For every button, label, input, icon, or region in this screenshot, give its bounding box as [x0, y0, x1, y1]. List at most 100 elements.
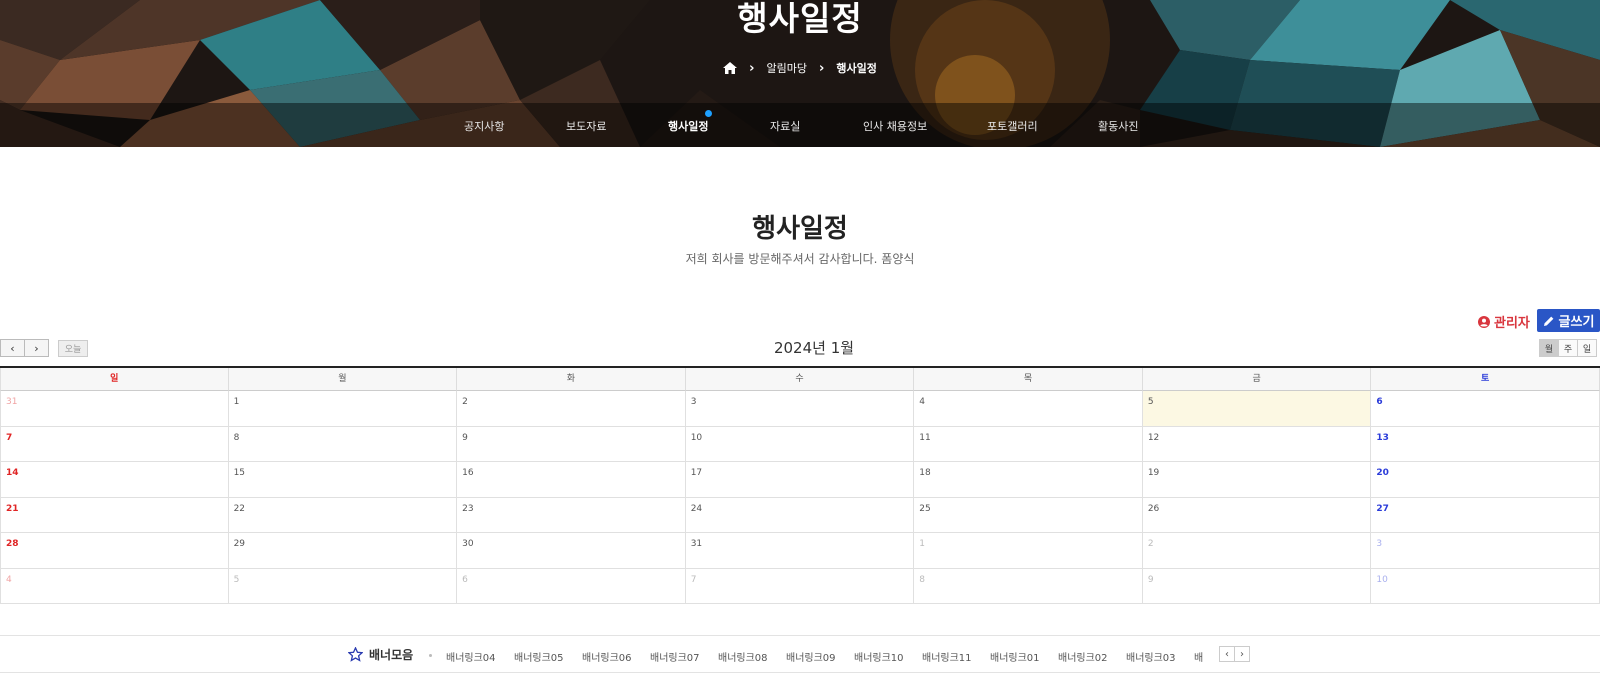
day-cell[interactable]: 6 — [1371, 391, 1600, 427]
weekday-sat: 토 — [1371, 368, 1600, 391]
day-cell[interactable]: 24 — [685, 497, 915, 533]
hero-title: 행사일정 — [737, 0, 863, 38]
day-cell[interactable]: 10 — [1371, 568, 1600, 604]
day-cell[interactable]: 11 — [914, 426, 1143, 462]
divider-dot — [429, 654, 432, 657]
breadcrumb: › 알림마당 › 행사일정 — [0, 60, 1600, 76]
day-cell[interactable]: 2 — [1142, 533, 1372, 569]
subnav-item-recruit[interactable]: 인사 채용정보 — [863, 118, 927, 134]
banner-link[interactable]: 배너링크06 — [582, 649, 632, 664]
week-row: 7 8 9 10 11 12 13 — [0, 426, 1600, 462]
banner-link[interactable]: 배너링크04 — [446, 649, 496, 664]
week-row: 31 1 2 3 4 5 6 — [0, 391, 1600, 427]
day-cell[interactable]: 15 — [228, 462, 458, 498]
day-cell[interactable]: 30 — [457, 533, 686, 569]
banner-link[interactable]: 배너링크05 — [514, 649, 564, 664]
day-cell[interactable]: 17 — [685, 462, 915, 498]
day-cell[interactable]: 3 — [685, 391, 915, 427]
day-cell[interactable]: 19 — [1142, 462, 1372, 498]
day-cell[interactable]: 10 — [685, 426, 915, 462]
pencil-icon — [1543, 316, 1553, 326]
banner-link[interactable]: 배너링크01 — [990, 649, 1040, 664]
day-cell[interactable]: 7 — [0, 426, 229, 462]
week-row: 28 29 30 31 1 2 3 — [0, 533, 1600, 569]
calendar-body: 31 1 2 3 4 5 6 7 8 9 10 11 12 13 14 15 1… — [0, 391, 1600, 604]
page-subtitle: 저희 회사를 방문해주셔서 감사합니다. 폼양식 — [685, 252, 915, 266]
weekday-mon: 월 — [228, 368, 458, 391]
day-cell[interactable]: 1 — [914, 533, 1143, 569]
banner-bar: 배너모음 배너링크04 배너링크05 배너링크06 배너링크07 배너링크08 … — [0, 635, 1600, 673]
subnav-item-resources[interactable]: 자료실 — [770, 118, 800, 134]
day-cell[interactable]: 25 — [914, 497, 1143, 533]
day-cell[interactable]: 1 — [228, 391, 458, 427]
day-cell[interactable]: 6 — [457, 568, 686, 604]
day-cell[interactable]: 21 — [0, 497, 229, 533]
day-cell[interactable]: 27 — [1371, 497, 1600, 533]
subnav-item-activity[interactable]: 활동사진 — [1098, 118, 1138, 134]
day-cell[interactable]: 5 — [228, 568, 458, 604]
breadcrumb-current[interactable]: 행사일정 — [836, 60, 876, 76]
banner-prev-button[interactable]: ‹ — [1219, 646, 1235, 662]
banner-link[interactable]: 배너링크03 — [1126, 649, 1176, 664]
weekday-tue: 화 — [457, 368, 686, 391]
day-cell[interactable]: 16 — [457, 462, 686, 498]
home-icon[interactable] — [723, 62, 738, 74]
day-cell[interactable]: 29 — [228, 533, 458, 569]
day-cell[interactable]: 18 — [914, 462, 1143, 498]
day-cell[interactable]: 13 — [1371, 426, 1600, 462]
day-cell[interactable]: 23 — [457, 497, 686, 533]
day-cell[interactable]: 31 — [685, 533, 915, 569]
sub-navigation: 공지사항 보도자료 행사일정 자료실 인사 채용정보 포토갤러리 활동사진 — [0, 103, 1600, 147]
weekday-thu: 목 — [914, 368, 1143, 391]
day-cell[interactable]: 9 — [457, 426, 686, 462]
day-cell[interactable]: 4 — [0, 568, 229, 604]
active-indicator-dot — [705, 110, 712, 117]
view-switcher: 월 주 일 — [1539, 339, 1597, 357]
chevron-left-icon: ‹ — [1225, 648, 1229, 660]
write-button[interactable]: 글쓰기 — [1537, 309, 1600, 332]
day-cell[interactable]: 4 — [914, 391, 1143, 427]
day-cell[interactable]: 9 — [1142, 568, 1372, 604]
banner-link[interactable]: 배너링크09 — [786, 649, 836, 664]
banner-next-button[interactable]: › — [1234, 646, 1250, 662]
subnav-item-notice[interactable]: 공지사항 — [464, 118, 504, 134]
breadcrumb-section[interactable]: 알림마당 — [767, 60, 807, 76]
banner-link[interactable]: 배 — [1194, 649, 1203, 664]
subnav-item-press[interactable]: 보도자료 — [566, 118, 606, 134]
weekday-fri: 금 — [1142, 368, 1372, 391]
day-cell-today[interactable]: 5 — [1142, 391, 1372, 427]
day-cell[interactable]: 8 — [228, 426, 458, 462]
admin-link[interactable]: 관리자 — [1478, 312, 1530, 331]
banner-link[interactable]: 배너링크08 — [718, 649, 768, 664]
day-cell[interactable]: 22 — [228, 497, 458, 533]
day-cell[interactable]: 2 — [457, 391, 686, 427]
banner-link[interactable]: 배너링크02 — [1058, 649, 1108, 664]
day-cell[interactable]: 31 — [0, 391, 229, 427]
banner-label-text: 배너모음 — [369, 648, 414, 662]
view-week-button[interactable]: 주 — [1558, 339, 1578, 357]
chevron-right-icon: › — [1240, 648, 1244, 660]
day-cell[interactable]: 12 — [1142, 426, 1372, 462]
calendar-grid: 일 월 화 수 목 금 토 31 1 2 3 4 5 6 7 8 9 10 11… — [0, 366, 1600, 604]
view-month-button[interactable]: 월 — [1539, 339, 1559, 357]
subnav-item-gallery[interactable]: 포토갤러리 — [987, 118, 1038, 134]
day-cell[interactable]: 20 — [1371, 462, 1600, 498]
day-cell[interactable]: 8 — [914, 568, 1143, 604]
day-cell[interactable]: 3 — [1371, 533, 1600, 569]
day-cell[interactable]: 7 — [685, 568, 915, 604]
chevron-right-icon: › — [819, 60, 825, 76]
chevron-right-icon: › — [749, 60, 755, 76]
week-row: 14 15 16 17 18 19 20 — [0, 462, 1600, 498]
banner-link[interactable]: 배너링크11 — [922, 649, 972, 664]
user-circle-icon — [1478, 315, 1490, 328]
hero-banner: 행사일정 › 알림마당 › 행사일정 공지사항 보도자료 행사일정 자료실 인사… — [0, 0, 1600, 147]
banner-link[interactable]: 배너링크10 — [854, 649, 904, 664]
day-cell[interactable]: 28 — [0, 533, 229, 569]
view-day-button[interactable]: 일 — [1577, 339, 1597, 357]
week-row: 4 5 6 7 8 9 10 — [0, 568, 1600, 604]
subnav-item-events[interactable]: 행사일정 — [668, 118, 708, 134]
day-cell[interactable]: 26 — [1142, 497, 1372, 533]
weekday-sun: 일 — [0, 368, 229, 391]
banner-link[interactable]: 배너링크07 — [650, 649, 700, 664]
day-cell[interactable]: 14 — [0, 462, 229, 498]
